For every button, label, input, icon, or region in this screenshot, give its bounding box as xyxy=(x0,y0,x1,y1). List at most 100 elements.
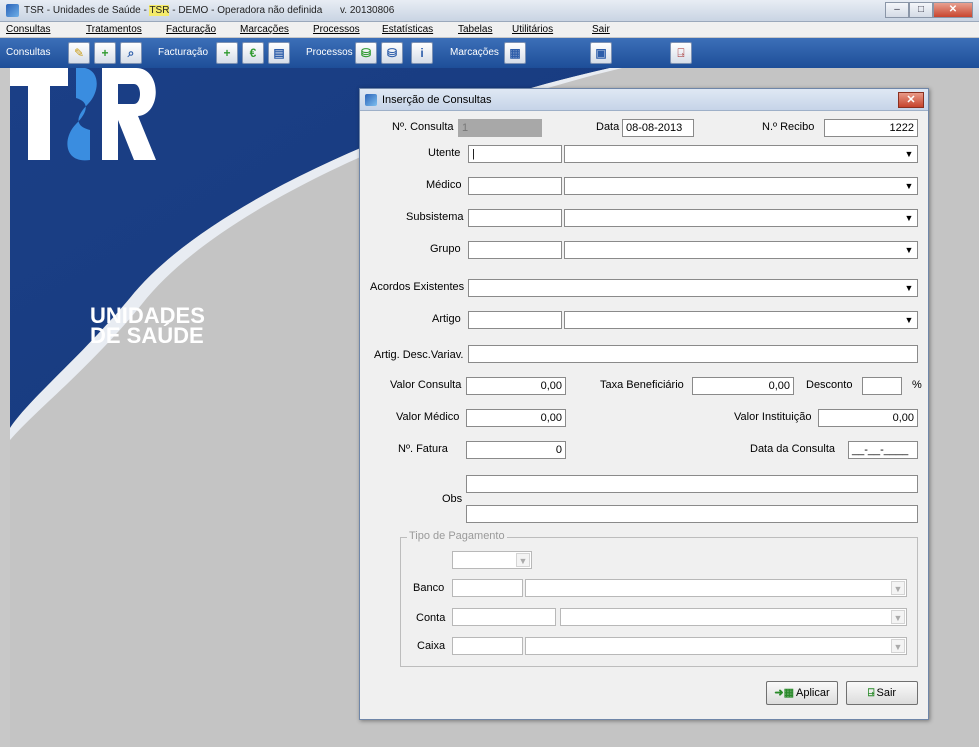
tipo-pagamento-select[interactable]: ▼ xyxy=(452,551,532,569)
data-consulta-label: Data da Consulta xyxy=(750,443,835,455)
menu-consultas[interactable]: Consultas xyxy=(6,24,50,35)
add-fatura-button[interactable]: + xyxy=(216,42,238,64)
artigo-label: Artigo xyxy=(432,313,461,325)
chevron-down-icon: ▼ xyxy=(891,581,905,595)
calendar-icon: ▦ xyxy=(509,46,521,60)
subsistema-code-field[interactable] xyxy=(468,209,562,227)
exit-door-icon: ⍈ xyxy=(677,46,685,60)
artigo-select[interactable]: ▼ xyxy=(564,311,918,329)
acordos-label: Acordos Existentes xyxy=(370,281,465,293)
add-icon: + xyxy=(223,46,231,60)
subsistema-select[interactable]: ▼ xyxy=(564,209,918,227)
search-processo-button[interactable]: ⛁ xyxy=(381,42,403,64)
data-consulta-field[interactable]: __-__-____ xyxy=(848,441,918,459)
add-processo-button[interactable]: ⛁ xyxy=(355,42,377,64)
menu-tabelas[interactable]: Tabelas xyxy=(458,24,492,35)
consulta-number-field: 1 xyxy=(458,119,542,137)
new-consulta-button[interactable]: ✎ xyxy=(68,42,90,64)
caixa-select[interactable]: ▼ xyxy=(525,637,907,655)
menu-tratamentos[interactable]: Tratamentos xyxy=(86,24,142,35)
computer-button[interactable]: ▣ xyxy=(590,42,612,64)
toolbar: Consultas ✎ + ⌕ Facturação + € ▤ Process… xyxy=(0,38,979,68)
menu-sair[interactable]: Sair xyxy=(592,24,610,35)
maximize-button[interactable]: □ xyxy=(909,2,933,18)
logo-line2: DE SAÚDE xyxy=(90,323,204,348)
logo-text: UNIDADES DE SAÚDE xyxy=(90,305,205,348)
valor-medico-field[interactable]: 0,00 xyxy=(466,409,566,427)
conta-code-field[interactable] xyxy=(452,608,556,626)
dialog-icon xyxy=(365,94,377,106)
medico-select[interactable]: ▼ xyxy=(564,177,918,195)
conta-label: Conta xyxy=(416,612,446,624)
print-fatura-button[interactable]: ▤ xyxy=(268,42,290,64)
euro-icon: € xyxy=(249,46,257,60)
menu-marcacoes[interactable]: Marcações xyxy=(240,24,289,35)
chevron-down-icon: ▼ xyxy=(904,283,914,293)
euro-fatura-button[interactable]: € xyxy=(242,42,264,64)
taxa-beneficiario-field[interactable]: 0,00 xyxy=(692,377,794,395)
database-search-icon: ⛁ xyxy=(386,46,398,60)
close-button[interactable]: ✕ xyxy=(933,2,973,18)
grupo-select[interactable]: ▼ xyxy=(564,241,918,259)
valor-medico-label: Valor Médico xyxy=(396,411,460,423)
toolbar-consultas-label: Consultas xyxy=(6,47,51,58)
menu-utilitarios[interactable]: Utilitários xyxy=(512,24,553,35)
banco-select[interactable]: ▼ xyxy=(525,579,907,597)
menu-facturacao[interactable]: Facturação xyxy=(166,24,216,35)
acordos-select[interactable]: ▼ xyxy=(468,279,918,297)
caixa-label: Caixa xyxy=(417,640,446,652)
desconto-field[interactable] xyxy=(862,377,902,395)
data-field[interactable]: 08-08-2013 xyxy=(622,119,694,137)
chevron-down-icon: ▼ xyxy=(891,639,905,653)
valor-consulta-field[interactable]: 0,00 xyxy=(466,377,566,395)
caixa-code-field[interactable] xyxy=(452,637,523,655)
obs-field-2[interactable] xyxy=(466,505,918,523)
utente-label: Utente xyxy=(428,147,461,159)
tipo-pagamento-title: Tipo de Pagamento xyxy=(407,530,507,542)
medico-code-field[interactable] xyxy=(468,177,562,195)
chevron-down-icon: ▼ xyxy=(904,149,914,159)
utente-select[interactable]: ▼ xyxy=(564,145,918,163)
search-consulta-button[interactable]: ⌕ xyxy=(120,42,142,64)
fatura-field[interactable]: 0 xyxy=(466,441,566,459)
tsr-logo xyxy=(10,68,156,161)
desconto-label: Desconto xyxy=(806,379,853,391)
calendar-button[interactable]: ▦ xyxy=(504,42,526,64)
info-icon: i xyxy=(420,46,424,60)
aplicar-button[interactable]: ➜▦ Aplicar xyxy=(766,681,838,705)
minimize-button[interactable]: – xyxy=(885,2,909,18)
insercao-consultas-dialog: Inserção de Consultas ✕ Nº. Consulta 1 D… xyxy=(359,88,929,720)
grupo-code-field[interactable] xyxy=(468,241,562,259)
sair-label: Sair xyxy=(876,687,897,699)
menu-estatisticas[interactable]: Estatísticas xyxy=(382,24,433,35)
percent-label: % xyxy=(912,379,922,391)
exit-button[interactable]: ⍈ xyxy=(670,42,692,64)
title-bar: TSR - Unidades de Saúde - TSR - DEMO - O… xyxy=(0,0,979,22)
utente-code-field[interactable]: | xyxy=(468,145,562,163)
valor-instituicao-field[interactable]: 0,00 xyxy=(818,409,918,427)
taxa-beneficiario-label: Taxa Beneficiário xyxy=(600,379,684,391)
dialog-title: Inserção de Consultas xyxy=(382,94,492,106)
window-controls: – □ ✕ xyxy=(885,2,973,18)
title-suffix: - DEMO - Operadora não definida xyxy=(169,5,323,16)
add-consulta-button[interactable]: + xyxy=(94,42,116,64)
apply-icon: ➜▦ xyxy=(774,687,794,699)
app-icon xyxy=(6,4,19,17)
info-processo-button[interactable]: i xyxy=(411,42,433,64)
artigo-desc-field[interactable] xyxy=(468,345,918,363)
obs-field-1[interactable] xyxy=(466,475,918,493)
subsistema-label: Subsistema xyxy=(406,211,464,223)
recibo-field[interactable]: 1222 xyxy=(824,119,918,137)
aplicar-label: Aplicar xyxy=(796,687,830,699)
dialog-close-button[interactable]: ✕ xyxy=(898,92,924,108)
window-title: TSR - Unidades de Saúde - TSR - DEMO - O… xyxy=(24,5,322,16)
sair-button[interactable]: ⍈ Sair xyxy=(846,681,918,705)
close-icon: ✕ xyxy=(906,94,916,106)
conta-select[interactable]: ▼ xyxy=(560,608,907,626)
banco-code-field[interactable] xyxy=(452,579,523,597)
obs-label: Obs xyxy=(442,493,463,505)
menu-processos[interactable]: Processos xyxy=(313,24,360,35)
toolbar-marcacoes-label: Marcações xyxy=(450,47,499,58)
artigo-code-field[interactable] xyxy=(468,311,562,329)
artigo-desc-label: Artig. Desc.Variav. xyxy=(374,349,464,361)
